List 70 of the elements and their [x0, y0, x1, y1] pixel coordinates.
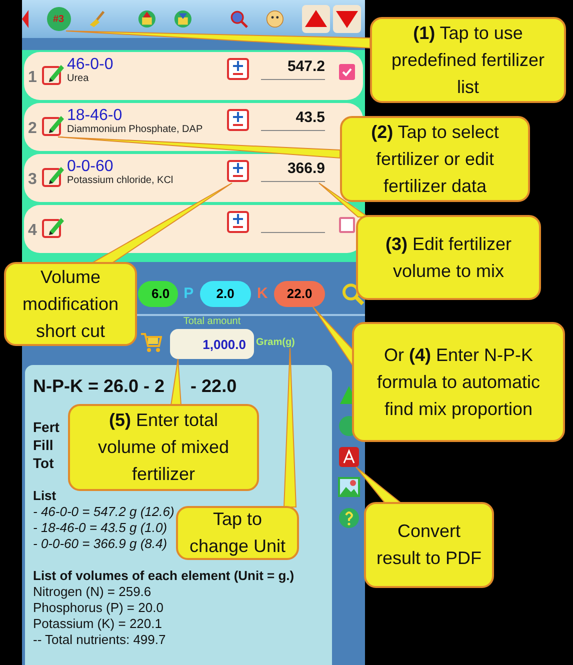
- callout-tooltip: Volume modification short cut: [4, 262, 137, 346]
- k-value-field[interactable]: 22.0: [274, 281, 326, 307]
- callout-tooltip: (5) Enter total volume of mixed fertilizer: [68, 404, 259, 491]
- callout-tooltip: (1) Tap to use predefined fertilizer list: [370, 17, 566, 103]
- fertilizer-line: - 0-0-60 = 366.9 g (8.4): [33, 536, 168, 552]
- help-icon[interactable]: [338, 507, 360, 529]
- plus-minus-icon[interactable]: [227, 160, 249, 182]
- callout-tooltip: (2) Tap to select fertilizer or edit fertilizer data: [340, 116, 530, 202]
- volume-line: -- Total nutrients: 499.7: [33, 632, 166, 648]
- fertilizer-formula[interactable]: 0-0-60: [67, 158, 114, 175]
- check-icon: [341, 66, 353, 78]
- face-icon[interactable]: [266, 8, 284, 30]
- summary-text: Fert: [33, 418, 60, 436]
- fertilizer-name: Urea: [67, 74, 89, 84]
- fertilizer-formula[interactable]: 46-0-0: [67, 56, 114, 73]
- fertilizer-line: - 18-46-0 = 43.5 g (1.0): [33, 520, 168, 536]
- search-icon[interactable]: [341, 282, 365, 306]
- search-icon[interactable]: [230, 8, 248, 30]
- npk-formula: - 22.0: [190, 375, 237, 398]
- callout-tooltip: (3) Edit fertilizer volume to mix: [356, 215, 541, 300]
- total-amount-label: Total amount: [183, 315, 241, 329]
- plus-minus-icon[interactable]: [227, 211, 249, 233]
- plus-minus-icon[interactable]: [227, 109, 249, 131]
- edit-icon[interactable]: [41, 164, 65, 188]
- callout-tooltip: Or (4) Enter N-P-K formula to automatic find mix proportion: [352, 322, 565, 442]
- leader-line: [170, 358, 182, 406]
- checkbox[interactable]: [339, 217, 355, 233]
- p-label: P: [184, 284, 194, 304]
- edit-icon[interactable]: [41, 215, 65, 239]
- row-number: 2: [28, 119, 38, 139]
- broom-icon[interactable]: [88, 8, 106, 30]
- left-arrow-icon[interactable]: [22, 8, 29, 30]
- fertilizer-row[interactable]: 1 46-0-0 Urea 547.2: [24, 52, 363, 100]
- row-number: 4: [28, 221, 38, 241]
- npk-formula: N-P-K = 26.0 - 2: [33, 375, 165, 398]
- amount-field[interactable]: 547.2: [261, 56, 325, 80]
- volume-line: Nitrogen (N) = 259.6: [33, 584, 152, 600]
- k-label: K: [257, 284, 268, 304]
- move-down-button[interactable]: [333, 5, 361, 33]
- fertilizer-formula[interactable]: 18-46-0: [67, 107, 122, 124]
- leader-line: [312, 306, 354, 368]
- p-value-field[interactable]: 2.0: [200, 281, 252, 307]
- download-icon[interactable]: [174, 8, 192, 30]
- fertilizer-line: - 46-0-0 = 547.2 g (12.6): [33, 504, 174, 520]
- edit-icon[interactable]: [41, 62, 65, 86]
- amount-field[interactable]: 43.5: [261, 107, 325, 130]
- callout-tooltip: Tap to change Unit: [176, 506, 299, 560]
- fertilizer-name: Potassium chloride, KCl: [67, 176, 174, 186]
- row-number: 1: [28, 68, 38, 88]
- volume-line: Phosphorus (P) = 20.0: [33, 600, 164, 616]
- callout-tooltip: Convert result to PDF: [364, 502, 494, 588]
- cart-icon[interactable]: [140, 331, 162, 353]
- summary-text: Fill: [33, 436, 54, 454]
- checkbox[interactable]: [339, 64, 355, 80]
- pdf-icon[interactable]: [339, 447, 359, 467]
- amount-field[interactable]: 366.9: [261, 158, 325, 182]
- total-amount-field[interactable]: 1,000.0: [170, 329, 254, 359]
- n-value-field[interactable]: 6.0: [138, 281, 178, 307]
- summary-text: Tot: [33, 454, 54, 472]
- fertilizer-name: Diammonium Phosphate, DAP: [67, 125, 203, 135]
- image-icon[interactable]: [338, 477, 360, 497]
- fertilizer-row[interactable]: 4: [24, 205, 363, 253]
- plus-minus-icon[interactable]: [227, 58, 249, 80]
- move-up-button[interactable]: [302, 5, 330, 33]
- upload-icon[interactable]: [138, 8, 156, 30]
- row-number: 3: [28, 170, 38, 190]
- volume-line: Potassium (K) = 220.1: [33, 616, 162, 632]
- volumes-heading: List of volumes of each element (Unit = g.): [33, 568, 294, 584]
- list-heading: List: [33, 488, 56, 504]
- edit-icon[interactable]: [41, 113, 65, 137]
